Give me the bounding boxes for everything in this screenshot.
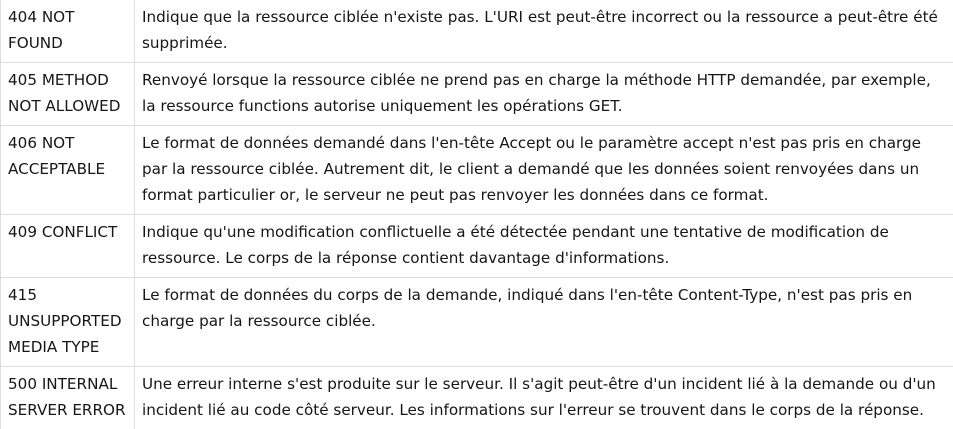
status-code-cell: 409 CONFLICT bbox=[1, 215, 135, 278]
status-description-cell: Indique qu'une modification conflictuell… bbox=[135, 215, 953, 278]
table-row: 409 CONFLICT Indique qu'une modification… bbox=[1, 215, 953, 278]
table-row: 500 INTERNAL SERVER ERROR Une erreur int… bbox=[1, 367, 953, 429]
status-code-cell: 405 METHOD NOT ALLOWED bbox=[1, 63, 135, 126]
table-row: 405 METHOD NOT ALLOWED Renvoyé lorsque l… bbox=[1, 63, 953, 126]
status-code-cell: 404 NOT FOUND bbox=[1, 0, 135, 63]
table-body: 404 NOT FOUND Indique que la ressource c… bbox=[1, 0, 953, 429]
status-description-cell: Le format de données du corps de la dema… bbox=[135, 278, 953, 367]
status-code-cell: 415 UNSUPPORTED MEDIA TYPE bbox=[1, 278, 135, 367]
status-code-cell: 500 INTERNAL SERVER ERROR bbox=[1, 367, 135, 429]
table-row: 404 NOT FOUND Indique que la ressource c… bbox=[1, 0, 953, 63]
status-description-cell: Une erreur interne s'est produite sur le… bbox=[135, 367, 953, 429]
table-row: 415 UNSUPPORTED MEDIA TYPE Le format de … bbox=[1, 278, 953, 367]
status-description-cell: Renvoyé lorsque la ressource ciblée ne p… bbox=[135, 63, 953, 126]
status-description-cell: Le format de données demandé dans l'en-t… bbox=[135, 126, 953, 215]
http-status-codes-table: 404 NOT FOUND Indique que la ressource c… bbox=[0, 0, 953, 429]
status-code-cell: 406 NOT ACCEPTABLE bbox=[1, 126, 135, 215]
table-row: 406 NOT ACCEPTABLE Le format de données … bbox=[1, 126, 953, 215]
status-description-cell: Indique que la ressource ciblée n'existe… bbox=[135, 0, 953, 63]
